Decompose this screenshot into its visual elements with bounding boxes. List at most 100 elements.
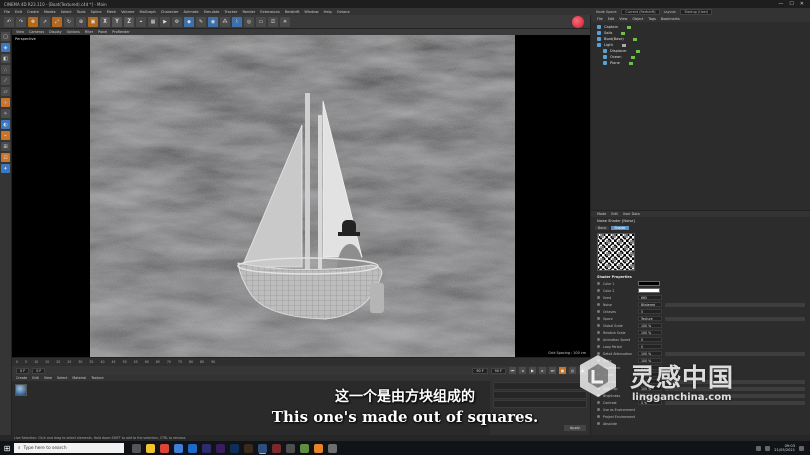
undo-icon[interactable]: ↶ xyxy=(4,16,14,27)
visibility-tag-icon[interactable] xyxy=(630,55,635,59)
visibility-tag-icon[interactable] xyxy=(632,37,637,41)
deformer-icon[interactable]: ⌇ xyxy=(232,16,242,27)
animation-speed-field[interactable]: 0 xyxy=(638,337,662,342)
maximize-button[interactable]: ☐ xyxy=(789,1,793,7)
tab-shader[interactable]: Shader xyxy=(611,226,629,230)
menu-character[interactable]: Character xyxy=(161,10,179,14)
visibility-tag-icon[interactable] xyxy=(628,61,633,65)
visibility-tag-icon[interactable] xyxy=(621,43,626,47)
notifications-icon[interactable] xyxy=(799,445,804,451)
keyframe-dot-icon[interactable] xyxy=(597,303,600,306)
object-row[interactable]: Plane xyxy=(591,60,810,66)
vp-menu-panel[interactable]: Panel xyxy=(98,30,107,34)
timeline-ruler[interactable]: 0 5 10 15 20 25 30 35 40 45 50 55 60 65 … xyxy=(12,357,590,366)
illustrator-icon[interactable] xyxy=(244,443,253,453)
locked-workplane-icon[interactable]: ⊡ xyxy=(1,153,10,162)
keyframe-dot-icon[interactable] xyxy=(597,289,600,292)
obj-menu-file[interactable]: File xyxy=(597,17,603,21)
polygons-mode-icon[interactable]: ▱ xyxy=(1,87,10,96)
texture-mode-icon[interactable]: ◧ xyxy=(1,54,10,63)
obj-menu-edit[interactable]: Edit xyxy=(608,17,615,21)
attr-menu-user-data[interactable]: User Data xyxy=(623,212,640,216)
file-explorer-icon[interactable] xyxy=(146,443,155,453)
workplane-icon[interactable]: ⊞ xyxy=(1,142,10,151)
menu-octane[interactable]: Octane xyxy=(337,10,350,14)
go-to-start-icon[interactable]: ⏮ xyxy=(509,367,516,374)
obj-menu-view[interactable]: View xyxy=(619,17,627,21)
visibility-tag-icon[interactable] xyxy=(635,49,640,53)
relative-scale-field[interactable]: 100 % xyxy=(638,330,662,335)
mat-menu-create[interactable]: Create xyxy=(16,376,27,380)
rotate-tool-icon[interactable]: ↻ xyxy=(64,16,74,27)
floor-icon[interactable]: ▭ xyxy=(256,16,266,27)
frame-end-field[interactable]: 90 F xyxy=(472,367,488,374)
snap-icon[interactable]: ⌁ xyxy=(1,131,10,140)
octaves-field[interactable]: 5 xyxy=(638,309,662,314)
edges-mode-icon[interactable]: ⟋ xyxy=(1,76,10,85)
menu-edit[interactable]: Edit xyxy=(15,10,22,14)
app-icon[interactable] xyxy=(314,443,323,453)
menu-modes[interactable]: Modes xyxy=(44,10,56,14)
chrome-icon[interactable] xyxy=(160,443,169,453)
tab-basic[interactable]: Basic xyxy=(595,226,610,230)
live-select-icon[interactable]: ➚ xyxy=(40,16,50,27)
mat-menu-view[interactable]: View xyxy=(44,376,52,380)
light-icon[interactable]: ☀ xyxy=(280,16,290,27)
vp-menu-options[interactable]: Options xyxy=(67,30,80,34)
menu-file[interactable]: File xyxy=(4,10,10,14)
node-space-select[interactable]: Current (Redshift) xyxy=(621,8,660,15)
x-axis-button[interactable]: X xyxy=(100,16,110,27)
menu-volume[interactable]: Volume xyxy=(121,10,134,14)
noise-type-select[interactable]: Blistered xyxy=(638,302,662,307)
y-axis-button[interactable]: Y xyxy=(112,16,122,27)
photoshop-icon[interactable] xyxy=(230,443,239,453)
app-icon[interactable] xyxy=(300,443,309,453)
make-editable-icon[interactable]: ▢ xyxy=(1,32,10,41)
solo-icon[interactable]: ◐ xyxy=(1,120,10,129)
tweak-mode-icon[interactable]: ✧ xyxy=(1,109,10,118)
color2-swatch[interactable] xyxy=(638,288,660,293)
keyframe-dot-icon[interactable] xyxy=(597,310,600,313)
seed-field[interactable]: 665 xyxy=(638,295,662,300)
render-picture-viewer-icon[interactable]: ▶ xyxy=(160,16,170,27)
go-to-end-icon[interactable]: ⏭ xyxy=(549,367,556,374)
transform-icon[interactable]: ▣ xyxy=(88,16,98,27)
obj-menu-tags[interactable]: Tags xyxy=(648,17,656,21)
vp-menu-filter[interactable]: Filter xyxy=(85,30,93,34)
mail-icon[interactable] xyxy=(188,443,197,453)
coordinate-system-icon[interactable]: ⌖ xyxy=(136,16,146,27)
visibility-tag-icon[interactable] xyxy=(626,25,631,29)
visibility-tag-icon[interactable] xyxy=(621,31,626,35)
vp-menu-prorender[interactable]: ProRender xyxy=(112,30,129,34)
keyframe-dot-icon[interactable] xyxy=(597,331,600,334)
mat-menu-texture[interactable]: Texture xyxy=(91,376,103,380)
redshift-app-icon[interactable] xyxy=(272,443,281,453)
keyframe-dot-icon[interactable] xyxy=(597,296,600,299)
menu-select[interactable]: Select xyxy=(61,10,72,14)
menu-tracker[interactable]: Tracker xyxy=(225,10,238,14)
attr-menu-mode[interactable]: Mode xyxy=(597,212,606,216)
mat-menu-material[interactable]: Material xyxy=(72,376,86,380)
menu-extensions[interactable]: Extensions xyxy=(260,10,280,14)
keyframe-dot-icon[interactable] xyxy=(597,338,600,341)
space-select[interactable]: Texture xyxy=(638,316,662,321)
menu-render[interactable]: Render xyxy=(242,10,255,14)
loop-period-field[interactable]: 0 xyxy=(638,344,662,349)
minimize-button[interactable]: — xyxy=(778,1,783,7)
camera-icon[interactable]: ⎚ xyxy=(268,16,278,27)
redshift-render-icon[interactable] xyxy=(572,15,584,28)
subdivision-icon[interactable]: ◉ xyxy=(208,16,218,27)
volume-icon[interactable] xyxy=(765,445,771,451)
taskbar-search[interactable]: ⌕ Type here to search xyxy=(14,443,124,453)
menu-window[interactable]: Window xyxy=(304,10,318,14)
network-icon[interactable] xyxy=(756,445,762,451)
obj-menu-object[interactable]: Object xyxy=(632,17,643,21)
color1-swatch[interactable] xyxy=(638,281,660,286)
menu-simulate[interactable]: Simulate xyxy=(204,10,220,14)
menu-mesh[interactable]: Mesh xyxy=(107,10,116,14)
vp-menu-display[interactable]: Display xyxy=(49,30,62,34)
frame-start-field[interactable]: 0 F xyxy=(16,367,30,374)
premiere-icon[interactable] xyxy=(216,443,225,453)
menu-spline[interactable]: Spline xyxy=(91,10,102,14)
field-icon[interactable]: ◎ xyxy=(244,16,254,27)
